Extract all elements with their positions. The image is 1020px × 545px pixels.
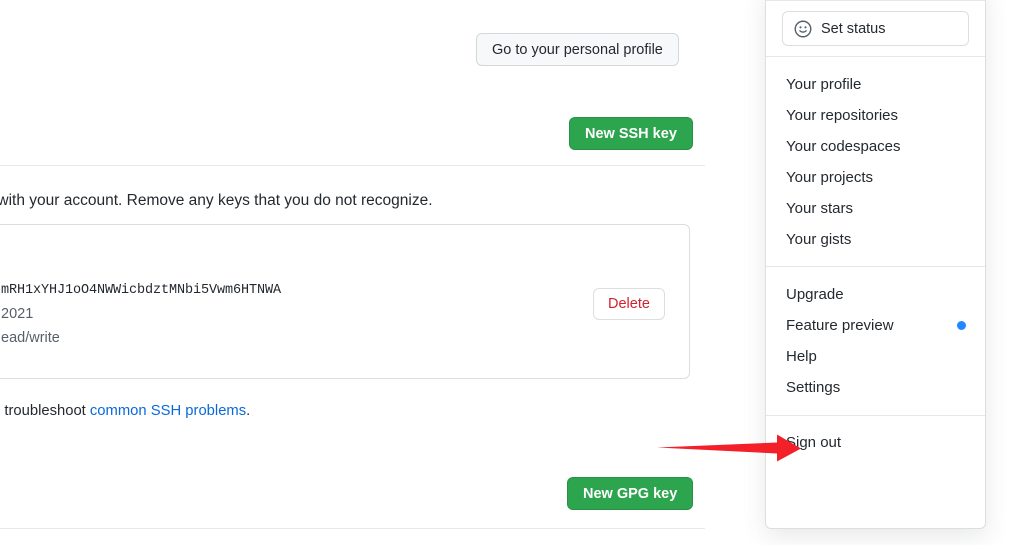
menu-item-feature-preview[interactable]: Feature preview bbox=[766, 312, 985, 338]
screenshot-root: Go to your personal profile New SSH key … bbox=[0, 0, 1020, 545]
set-status-button[interactable]: Set status bbox=[782, 11, 969, 46]
menu-item-label: Your projects bbox=[786, 168, 873, 186]
menu-item-label: Settings bbox=[786, 378, 841, 396]
feature-preview-badge-dot bbox=[957, 320, 966, 330]
menu-item-your-codespaces[interactable]: Your codespaces bbox=[766, 133, 985, 159]
menu-item-upgrade[interactable]: Upgrade bbox=[766, 281, 985, 307]
menu-item-label: Your stars bbox=[786, 199, 853, 217]
common-ssh-problems-link[interactable]: common SSH problems bbox=[90, 403, 246, 419]
ssh-keys-description: …iated with your account. Remove any key… bbox=[0, 192, 433, 209]
user-account-dropdown: Signed in as Set status Your profile bbox=[765, 0, 986, 529]
delete-ssh-key-button[interactable]: Delete bbox=[593, 288, 665, 320]
set-status-label: Set status bbox=[821, 20, 886, 37]
new-gpg-key-button[interactable]: New GPG key bbox=[567, 477, 694, 510]
settings-content-area: Go to your personal profile New SSH key … bbox=[0, 0, 760, 545]
account-menu-group: Upgrade Feature preview Help Settings bbox=[766, 267, 985, 415]
menu-item-label: Your gists bbox=[786, 230, 852, 248]
menu-item-sign-out[interactable]: Sign out bbox=[766, 429, 985, 455]
set-status-section: Set status bbox=[766, 1, 985, 56]
new-ssh-key-button[interactable]: New SSH key bbox=[569, 117, 693, 150]
ssh-help-middle-text: or troubleshoot bbox=[0, 403, 86, 419]
ssh-help-trailing-text: . bbox=[246, 403, 251, 419]
ssh-key-details: mRH1xYHJ1oO4NWWicbdztMNbi5Vwm6HTNWA 2021… bbox=[1, 280, 481, 350]
menu-item-label: Your codespaces bbox=[786, 137, 901, 155]
menu-item-settings[interactable]: Settings bbox=[766, 374, 985, 400]
section-divider-bottom bbox=[0, 528, 705, 529]
menu-item-label: Help bbox=[786, 347, 817, 365]
menu-item-label: Your profile bbox=[786, 75, 862, 93]
personal-menu-group: Your profile Your repositories Your code… bbox=[766, 57, 985, 266]
menu-item-help[interactable]: Help bbox=[766, 343, 985, 369]
menu-item-your-gists[interactable]: Your gists bbox=[766, 226, 985, 252]
menu-item-label: Sign out bbox=[786, 433, 842, 451]
signout-menu-group: Sign out bbox=[766, 416, 985, 468]
menu-item-label: Your repositories bbox=[786, 106, 899, 124]
menu-item-your-stars[interactable]: Your stars bbox=[766, 195, 985, 221]
menu-item-your-profile[interactable]: Your profile bbox=[766, 71, 985, 97]
section-divider-top bbox=[0, 165, 705, 166]
ssh-help-text: SSH keys or troubleshoot common SSH prob… bbox=[0, 400, 738, 422]
go-to-personal-profile-button[interactable]: Go to your personal profile bbox=[476, 33, 679, 66]
menu-item-your-projects[interactable]: Your projects bbox=[766, 164, 985, 190]
ssh-key-card: mRH1xYHJ1oO4NWWicbdztMNbi5Vwm6HTNWA 2021… bbox=[0, 224, 690, 379]
menu-item-your-repositories[interactable]: Your repositories bbox=[766, 102, 985, 128]
smiley-icon bbox=[794, 20, 812, 38]
ssh-key-access-level: ead/write bbox=[1, 330, 60, 346]
menu-item-label: Feature preview bbox=[786, 316, 894, 334]
menu-item-label: Upgrade bbox=[786, 285, 844, 303]
ssh-key-fingerprint: mRH1xYHJ1oO4NWWicbdztMNbi5Vwm6HTNWA bbox=[1, 283, 282, 298]
ssh-key-added-date: 2021 bbox=[1, 306, 34, 322]
